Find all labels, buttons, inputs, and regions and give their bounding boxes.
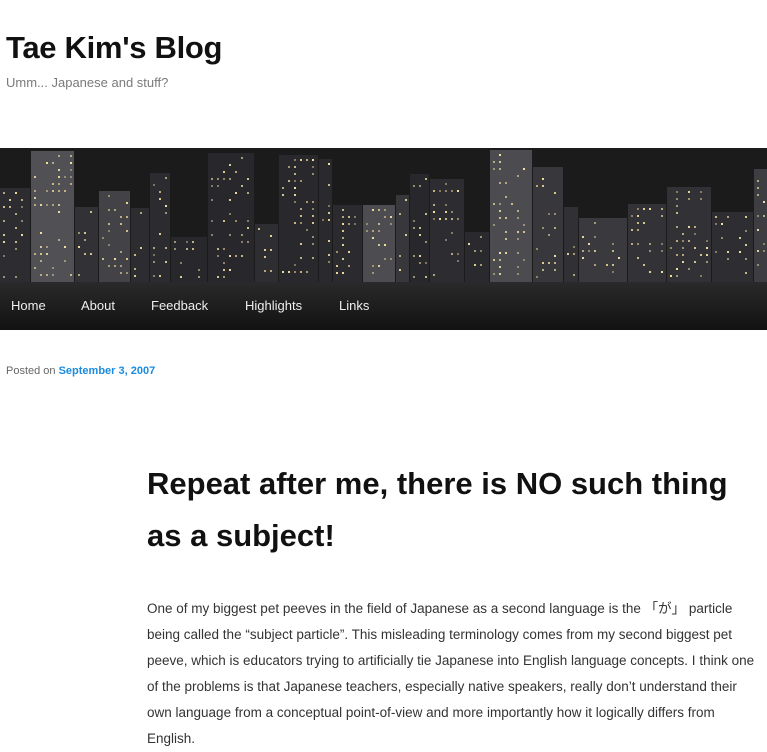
post-title[interactable]: Repeat after me, there is NO such thing … [147,458,762,562]
site-title[interactable]: Tae Kim's Blog [6,30,223,66]
post-date-link[interactable]: September 3, 2007 [59,365,156,377]
main-navigation: Home About Feedback Highlights Links [0,282,767,330]
post-meta: Posted on September 3, 2007 [6,365,155,377]
post-paragraph: One of my biggest pet peeves in the fiel… [147,601,755,746]
nav-item-about[interactable]: About [81,298,115,313]
nav-item-highlights[interactable]: Highlights [245,298,302,313]
nav-item-feedback[interactable]: Feedback [151,298,208,313]
site-tagline: Umm... Japanese and stuff? [6,75,169,90]
header-banner-image [0,148,767,282]
nav-item-home[interactable]: Home [11,298,46,313]
post-body: One of my biggest pet peeves in the fiel… [147,596,759,752]
posted-on-label: Posted on [6,365,59,377]
nav-item-links[interactable]: Links [339,298,369,313]
